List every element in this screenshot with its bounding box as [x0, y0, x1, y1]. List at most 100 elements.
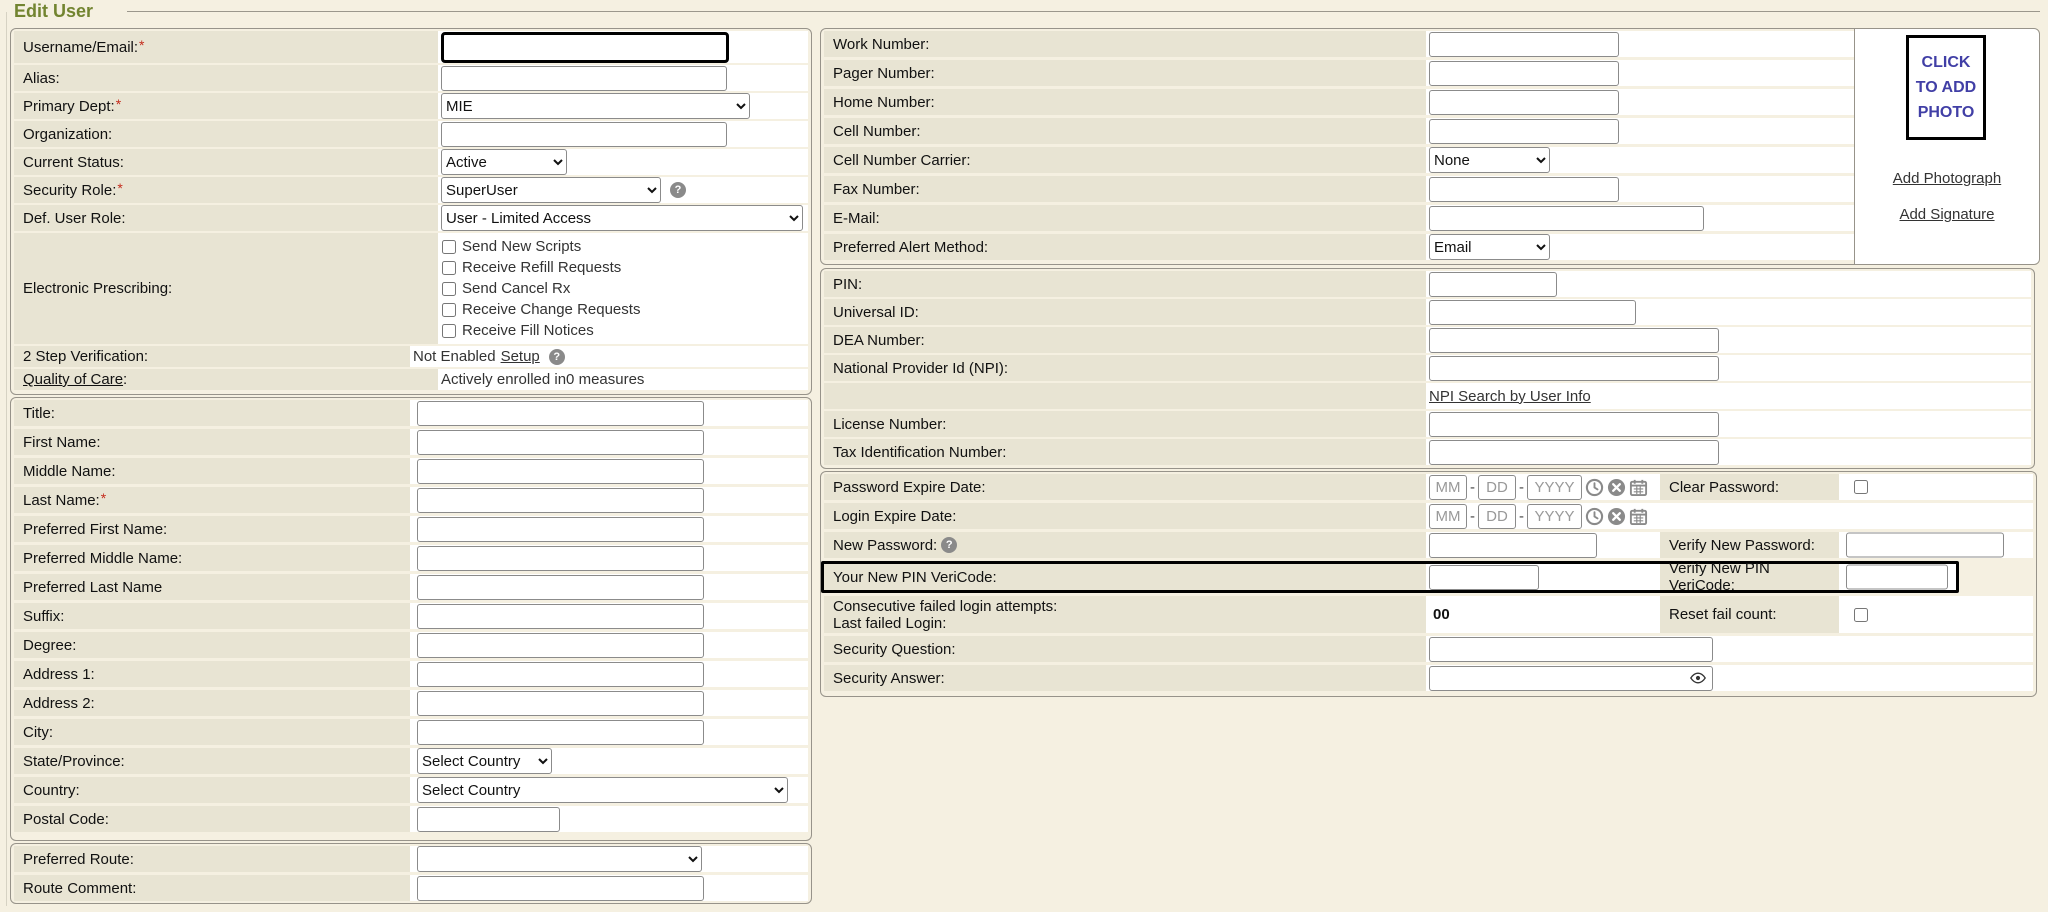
degree-input[interactable] — [417, 633, 704, 658]
preferred-middle-name-input[interactable] — [417, 546, 704, 571]
cell-number-input[interactable] — [1429, 119, 1619, 144]
postal-code-input[interactable] — [417, 807, 560, 832]
username-email-input[interactable] — [441, 32, 729, 63]
first-name-input[interactable] — [417, 430, 704, 455]
password-expire-date-label: Password Expire Date: — [824, 474, 1426, 500]
npi-search-link-label — [824, 383, 1426, 409]
eye-icon[interactable] — [1690, 672, 1706, 684]
alias-row: Alias: — [14, 65, 808, 91]
fax-number-input[interactable] — [1429, 177, 1619, 202]
add-photograph-link[interactable]: Add Photograph — [1855, 170, 2039, 187]
electronic-prescribing-checkbox-4[interactable] — [442, 324, 456, 338]
clock-icon[interactable] — [1585, 507, 1604, 526]
national-provider-id-input[interactable] — [1429, 356, 1719, 381]
reset-fail-count-checkbox[interactable] — [1854, 608, 1868, 622]
preferred-last-name-input[interactable] — [417, 575, 704, 600]
login-expire-date-day-input[interactable] — [1478, 504, 1516, 529]
home-number-label: Home Number: — [824, 89, 1426, 115]
postal-code-label: Postal Code: — [14, 806, 410, 832]
fieldset-border-left — [6, 12, 7, 906]
electronic-prescribing-checkbox-2[interactable] — [442, 282, 456, 296]
help-icon[interactable]: ? — [670, 182, 686, 198]
license-number-input[interactable] — [1429, 412, 1719, 437]
suffix-input[interactable] — [417, 604, 704, 629]
route-comment-input[interactable] — [417, 876, 704, 901]
pager-number-input[interactable] — [1429, 61, 1619, 86]
clear-date-icon[interactable] — [1607, 478, 1626, 497]
new-password-input[interactable] — [1429, 533, 1597, 558]
security-answer-input[interactable] — [1429, 666, 1713, 691]
password-expire-date-day-input[interactable] — [1478, 475, 1516, 500]
cell-number-carrier-select[interactable]: None — [1429, 147, 1550, 173]
universal-id-input[interactable] — [1429, 300, 1636, 325]
clear-password-checkbox[interactable] — [1854, 480, 1868, 494]
preferred-alert-method-select[interactable]: Email — [1429, 234, 1550, 260]
preferred-first-name-input[interactable] — [417, 517, 704, 542]
calendar-icon[interactable] — [1629, 478, 1648, 497]
security-question-input[interactable] — [1429, 637, 1713, 662]
country-row: Country:Select Country — [14, 777, 808, 803]
electronic-prescribing-option: Receive Fill Notices — [441, 320, 640, 341]
preferred-route-select[interactable] — [417, 846, 702, 872]
photo-cell: CLICK TO ADD PHOTO Add Photograph Add Sign… — [1854, 29, 2039, 264]
calendar-icon[interactable] — [1629, 507, 1648, 526]
primary-dept-select[interactable]: MIE — [441, 93, 750, 119]
suffix-label: Suffix: — [14, 603, 410, 629]
add-signature-link[interactable]: Add Signature — [1855, 206, 2039, 223]
add-photo-box[interactable]: CLICK TO ADD PHOTO — [1906, 35, 1986, 140]
pin-input[interactable] — [1429, 272, 1557, 297]
electronic-prescribing-checkbox-0[interactable] — [442, 240, 456, 254]
def-user-role-select[interactable]: User - Limited Access — [441, 205, 803, 231]
address-1-input[interactable] — [417, 662, 704, 687]
postal-code-row: Postal Code: — [14, 806, 808, 832]
help-icon[interactable]: ? — [549, 349, 565, 365]
verify-new-pin-vericode-label: Verify New PIN VeriCode: — [1660, 564, 1839, 590]
security-role-select[interactable]: SuperUser — [441, 177, 661, 203]
login-expire-date-month-input[interactable] — [1429, 504, 1467, 529]
primary-dept-label: Primary Dept:* — [14, 93, 438, 119]
electronic-prescribing-option: Receive Refill Requests — [441, 257, 640, 278]
clear-date-icon[interactable] — [1607, 507, 1626, 526]
address-2-input[interactable] — [417, 691, 704, 716]
home-number-input[interactable] — [1429, 90, 1619, 115]
state-province-select[interactable]: Select Country — [417, 748, 552, 774]
tax-identification-number-input[interactable] — [1429, 440, 1719, 465]
last-name-input[interactable] — [417, 488, 704, 513]
city-input[interactable] — [417, 720, 704, 745]
dea-number-input[interactable] — [1429, 328, 1719, 353]
verify-new-password-input[interactable] — [1846, 533, 2004, 558]
verify-new-password-label: Verify New Password: — [1660, 532, 1839, 558]
clock-icon[interactable] — [1585, 478, 1604, 497]
organization-input[interactable] — [441, 122, 727, 147]
fax-number-label: Fax Number: — [824, 176, 1426, 202]
password-expire-date-year-input[interactable] — [1527, 475, 1582, 500]
middle-name-input[interactable] — [417, 459, 704, 484]
identifiers-section: PIN:Universal ID:DEA Number:National Pro… — [820, 268, 2035, 469]
your-new-pin-vericode-input[interactable] — [1429, 565, 1539, 590]
preferred-last-name-row: Preferred Last Name — [14, 574, 808, 600]
title-input[interactable] — [417, 401, 704, 426]
current-status-label: Current Status: — [14, 149, 438, 175]
password-expire-date-month-input[interactable] — [1429, 475, 1467, 500]
electronic-prescribing-checkbox-1[interactable] — [442, 261, 456, 275]
npi-search-link[interactable]: NPI Search by User Info — [1429, 388, 1591, 405]
pin-label: PIN: — [824, 271, 1426, 297]
work-number-input[interactable] — [1429, 32, 1619, 57]
country-select[interactable]: Select Country — [417, 777, 788, 803]
npi-search-link-row: NPI Search by User Info — [824, 383, 2031, 409]
login-expire-date-year-input[interactable] — [1527, 504, 1582, 529]
national-provider-id-label: National Provider Id (NPI): — [824, 355, 1426, 381]
help-icon[interactable]: ? — [941, 537, 957, 553]
electronic-prescribing-checkbox-3[interactable] — [442, 303, 456, 317]
quality-of-care-row: Quality of Care:Actively enrolled in0 me… — [14, 369, 808, 390]
e-mail-input[interactable] — [1429, 206, 1704, 231]
quality-of-care-label-link[interactable]: Quality of Care — [23, 371, 123, 388]
verify-new-pin-vericode-input[interactable] — [1846, 565, 1948, 590]
organization-label: Organization: — [14, 121, 438, 147]
cell-number-carrier-row: Cell Number Carrier:None — [824, 147, 1854, 173]
login-expire-date-date-group: -- — [1429, 504, 1648, 529]
last-name-row: Last Name:* — [14, 487, 808, 513]
alias-input[interactable] — [441, 66, 727, 91]
current-status-select[interactable]: Active — [441, 149, 567, 175]
setup-link[interactable]: Setup — [501, 348, 540, 365]
